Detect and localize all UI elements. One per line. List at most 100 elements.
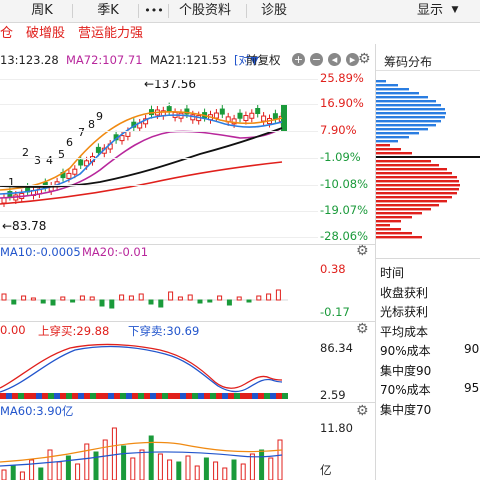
candle-body	[272, 113, 278, 120]
tag-position[interactable]: 仓	[0, 24, 13, 44]
chip-bar	[376, 160, 431, 163]
macd-bar	[21, 295, 27, 301]
info-row-label: 集中度70	[380, 402, 432, 417]
wave-label: 1	[8, 176, 15, 189]
osc-signal-cell	[144, 393, 150, 399]
osc-signal-cell	[108, 393, 114, 399]
candle-body	[66, 172, 72, 179]
zoom-in-icon[interactable]: +	[292, 53, 305, 66]
display-dropdown-icon[interactable]: ▼	[448, 0, 462, 22]
info-row-value: 95.	[464, 381, 480, 395]
osc-signal-cell	[168, 393, 174, 399]
tab-stock-profile[interactable]: 个股资料	[174, 0, 236, 22]
macd-bar	[40, 299, 46, 304]
candle-body	[72, 168, 78, 175]
osc-signal-cell	[192, 393, 198, 399]
chip-bar	[376, 172, 452, 175]
volume-bar	[222, 467, 228, 480]
more-tabs-button[interactable]: •••	[140, 0, 168, 22]
wave-label: 4	[46, 154, 53, 167]
osc-signal-cell	[126, 393, 132, 399]
macd-bar	[217, 295, 223, 301]
osc-signal-cell	[258, 393, 264, 399]
osc-signal-cell	[162, 393, 168, 399]
volume-bar	[130, 457, 136, 480]
adjust-mode-label[interactable]: 前复权	[246, 52, 281, 68]
main-grid-line	[0, 131, 318, 132]
osc-signal-cell	[24, 393, 30, 399]
osc-signal-cell	[48, 393, 54, 399]
osc-signal-cell	[252, 393, 258, 399]
macd-bar	[128, 295, 134, 301]
volume-bar	[19, 471, 25, 480]
chip-bar	[376, 212, 422, 215]
volume-bar	[185, 455, 191, 480]
chip-bar	[376, 100, 436, 103]
main-grid-line	[0, 237, 318, 238]
osc-signal-cell	[216, 393, 222, 399]
main-chart-settings-gear-icon[interactable]: ⚙	[358, 52, 371, 66]
volume-bar	[102, 439, 108, 480]
volume-chart[interactable]	[0, 420, 290, 480]
macd-bar	[207, 299, 213, 303]
zoom-out-icon[interactable]: −	[310, 53, 323, 66]
tab-season[interactable]: 季K	[90, 0, 126, 22]
chip-bar	[376, 84, 398, 87]
chip-bar	[376, 168, 447, 171]
tag-break-increase[interactable]: 破增股	[26, 24, 65, 44]
volume-settings-gear-icon[interactable]: ⚙	[356, 404, 369, 418]
macd-bar	[197, 299, 203, 304]
candle-body	[213, 112, 219, 119]
chip-bar	[376, 184, 460, 187]
osc-signal-cell	[180, 393, 186, 399]
chip-bar	[376, 144, 390, 147]
chip-bar	[376, 108, 445, 111]
volume-bar	[56, 461, 62, 480]
tag-operating-capacity[interactable]: 营运能力强	[78, 24, 143, 44]
info-row-label: 时间	[380, 266, 405, 280]
osc-signal-cell	[72, 393, 78, 399]
candle-body	[1, 197, 7, 204]
wave-label: 7	[78, 126, 85, 139]
chip-bar	[376, 148, 401, 151]
main-grid-line	[0, 185, 318, 186]
tab-week[interactable]: 周K	[24, 0, 60, 22]
chip-bar	[376, 136, 409, 139]
osc-signal-cell	[198, 393, 204, 399]
chip-bar	[376, 228, 401, 231]
oscillator-chart[interactable]	[0, 338, 290, 400]
macd-bar	[158, 299, 164, 308]
macd-bar	[138, 293, 144, 301]
osc-signal-cell	[228, 393, 234, 399]
volume-bar	[277, 439, 283, 480]
chip-bar	[376, 132, 419, 135]
macd-settings-gear-icon[interactable]: ⚙	[356, 244, 369, 258]
tab-diagnose[interactable]: 诊股	[256, 0, 292, 22]
candle-body	[249, 112, 255, 119]
chip-bar	[376, 208, 431, 211]
candle-body	[255, 108, 261, 115]
info-row-label: 光标获利	[380, 305, 429, 319]
macd-histogram-chart[interactable]	[0, 262, 290, 320]
volume-bar	[10, 465, 16, 480]
ma-value-a: 13:123.28	[0, 53, 59, 67]
osc-signal-cell	[30, 393, 36, 399]
chip-bar	[376, 92, 419, 95]
osc-signal-cell	[6, 393, 12, 399]
osc-settings-gear-icon[interactable]: ⚙	[356, 322, 369, 336]
chip-bar	[376, 96, 428, 99]
scroll-left-icon[interactable]: ◂	[328, 53, 341, 66]
volume-ma-blue-line	[0, 451, 283, 467]
chip-distribution-chart[interactable]	[376, 72, 480, 242]
chip-bar	[376, 152, 412, 155]
candle-body	[95, 146, 101, 153]
macd-bar	[79, 295, 85, 301]
chip-bar	[376, 180, 459, 183]
display-button[interactable]: 显示	[412, 0, 448, 22]
volume-bar	[213, 461, 219, 480]
main-grid-line	[0, 104, 318, 105]
volume-bar	[121, 445, 127, 480]
chip-bar	[376, 192, 457, 195]
kline-main-chart[interactable]: 123 4 56789 ←137.56 ←83.78	[0, 68, 290, 238]
volume-bar	[139, 449, 145, 480]
